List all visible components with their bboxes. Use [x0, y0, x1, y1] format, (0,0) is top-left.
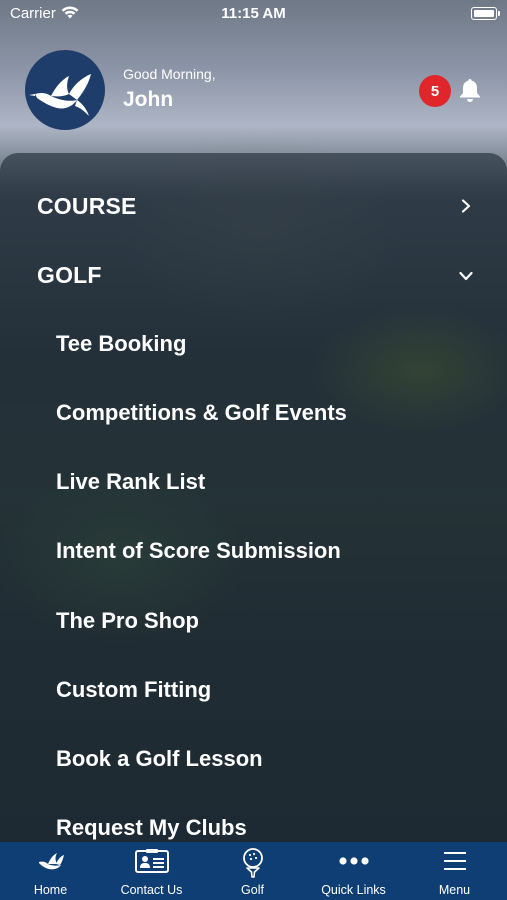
tab-home-label: Home [33, 883, 68, 897]
more-dots-icon [338, 857, 369, 865]
menu-item-golf-lesson[interactable]: Book a Golf Lesson [56, 746, 263, 772]
tab-golf-label: Golf [241, 883, 264, 897]
menu-item-tee-booking[interactable]: Tee Booking [56, 331, 186, 357]
menu-section-course-label: COURSE [37, 193, 137, 219]
tab-quick-links-label: Quick Links [321, 883, 386, 897]
menu-panel: COURSE GOLF Tee Booking Competitions & G… [0, 153, 507, 843]
tab-golf[interactable]: Golf [202, 842, 303, 900]
menu-item-live-rank-list[interactable]: Live Rank List [56, 469, 205, 495]
menu-section-golf-label: GOLF [37, 262, 102, 288]
hamburger-menu-icon [443, 852, 466, 870]
contact-card-icon [134, 849, 169, 873]
notification-badge[interactable]: 5 [419, 75, 451, 107]
swan-logo-icon[interactable] [25, 50, 105, 130]
status-time: 11:15 AM [221, 5, 286, 22]
tab-contact-us-label: Contact Us [120, 883, 183, 897]
user-name: John [123, 88, 174, 111]
menu-item-competitions[interactable]: Competitions & Golf Events [56, 400, 347, 426]
battery-icon [471, 7, 500, 20]
bell-icon[interactable] [458, 77, 482, 103]
header: Good Morning, John 5 [0, 44, 507, 134]
menu-item-request-clubs[interactable]: Request My Clubs [56, 815, 247, 841]
status-bar: Carrier 11:15 AM [0, 0, 507, 30]
tab-menu[interactable]: Menu [404, 842, 505, 900]
tab-menu-label: Menu [438, 883, 471, 897]
swan-icon [38, 853, 64, 870]
tab-bar: Home Contact Us Golf Quick Links Menu [0, 842, 507, 900]
swan-logo-graphic [29, 74, 91, 116]
tab-quick-links[interactable]: Quick Links [303, 842, 404, 900]
tab-home[interactable]: Home [0, 842, 101, 900]
golf-ball-tee-icon [242, 848, 263, 878]
chevron-down-icon [459, 271, 473, 281]
greeting-text: Good Morning, [123, 66, 216, 82]
menu-item-pro-shop[interactable]: The Pro Shop [56, 608, 199, 634]
tab-contact-us[interactable]: Contact Us [101, 842, 202, 900]
menu-item-score-submission[interactable]: Intent of Score Submission [56, 538, 341, 564]
menu-item-custom-fitting[interactable]: Custom Fitting [56, 677, 211, 703]
chevron-right-icon [461, 199, 471, 213]
